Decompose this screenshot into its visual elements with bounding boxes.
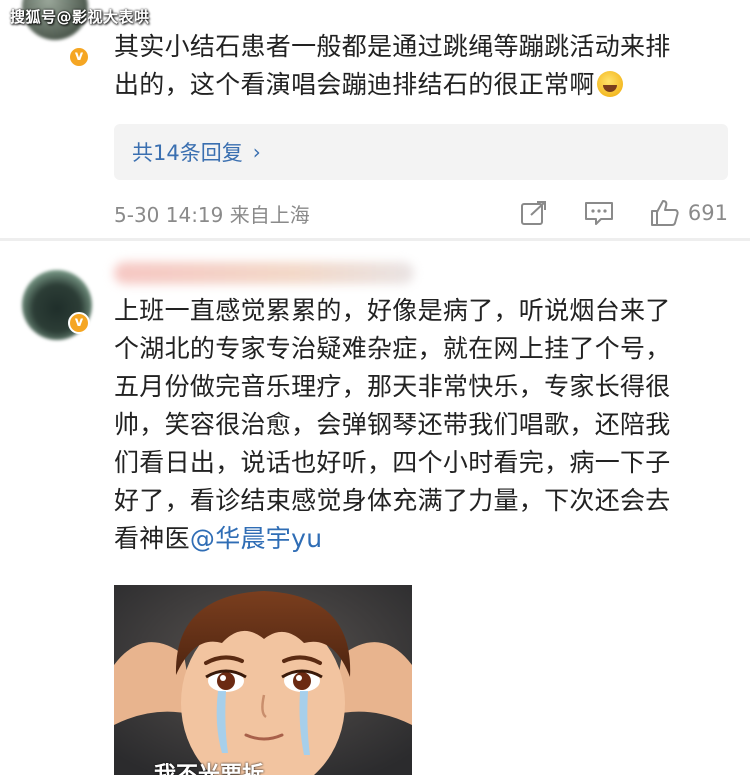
comment-line: 出的，这个看演唱会蹦迪排结石的很正常啊 — [114, 66, 724, 104]
comment-line: 五月份做完音乐理疗，那天非常快乐，专家长得很 — [114, 372, 671, 401]
mention-link[interactable]: @华晨宇yu — [190, 524, 322, 553]
comment-line: 看神医@华晨宇yu — [114, 520, 724, 558]
chevron-right-icon: › — [252, 140, 261, 164]
share-icon — [520, 201, 546, 225]
meme-caption: 我不光要拆 — [154, 757, 264, 775]
comment-meta: 5-30 14:19 来自上海 691 — [114, 196, 728, 230]
share-button[interactable] — [520, 200, 548, 226]
comment-line-text: 看神医 — [114, 524, 190, 553]
view-replies-button[interactable]: 共14条回复 › — [114, 124, 728, 180]
verified-badge-icon: v — [68, 312, 90, 334]
comment-button[interactable] — [584, 200, 614, 226]
verified-badge-icon: v — [68, 46, 90, 68]
like-count: 691 — [687, 201, 728, 225]
comment-line: 帅，笑容很治愈，会弹钢琴还带我们唱歌，还陪我 — [114, 410, 671, 439]
like-button[interactable]: 691 — [650, 199, 728, 227]
comment-line: 上班一直感觉累累的，好像是病了，听说烟台来了 — [114, 296, 671, 325]
watermark: 搜狐号@影视大表哄 — [10, 8, 150, 26]
crying-cartoon-boy-image — [114, 585, 412, 775]
comment-line: 个湖北的专家专治疑难杂症，就在网上挂了个号， — [114, 334, 671, 363]
comment-text: 其实小结石患者一般都是通过跳绳等蹦跳活动来排 出的，这个看演唱会蹦迪排结石的很正… — [114, 28, 724, 104]
thumbs-up-icon — [650, 200, 679, 226]
comment-2: v 上班一直感觉累累的，好像是病了，听说烟台来了 个湖北的专家专治疑难杂症，就在… — [0, 240, 750, 775]
comment-1: v 其实小结石患者一般都是通过跳绳等蹦跳活动来排 出的，这个看演唱会蹦迪排结石的… — [0, 0, 750, 241]
comment-text: 上班一直感觉累累的，好像是病了，听说烟台来了 个湖北的专家专治疑难杂症，就在网上… — [114, 292, 724, 558]
comment-line: 其实小结石患者一般都是通过跳绳等蹦跳活动来排 — [114, 32, 671, 61]
meme-image[interactable]: 我不光要拆 — [114, 585, 412, 775]
reply-count-label: 共14条回复 — [132, 141, 243, 165]
timestamp: 5-30 14:19 来自上海 — [114, 202, 310, 227]
comment-icon — [584, 202, 613, 225]
laughing-tears-emoji-icon — [596, 71, 623, 97]
comment-line: 好了，看诊结束感觉身体充满了力量，下次还会去 — [114, 486, 671, 515]
comment-line-text: 出的，这个看演唱会蹦迪排结石的很正常啊 — [114, 70, 595, 99]
username-blurred[interactable] — [114, 262, 414, 284]
comment-line: 们看日出，说话也好听，四个小时看完，病一下子 — [114, 448, 671, 477]
